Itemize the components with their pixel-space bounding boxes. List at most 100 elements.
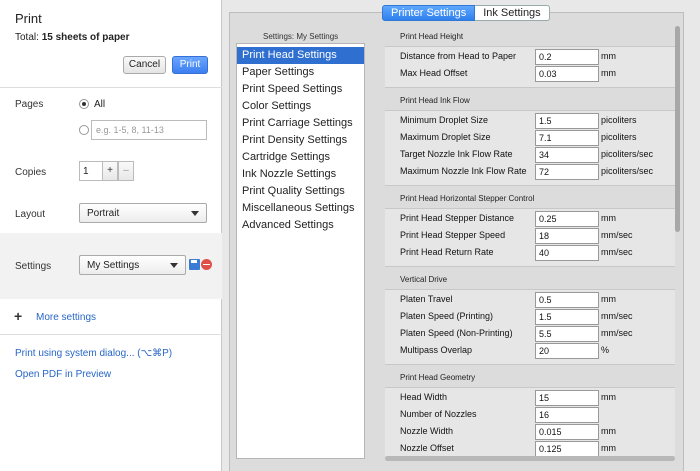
pages-all-label: All (94, 99, 106, 110)
setting-unit: picoliters (601, 132, 637, 142)
category-item[interactable]: Ink Nozzle Settings (237, 166, 364, 183)
horizontal-scrollbar[interactable] (385, 455, 675, 462)
settings-group: Platen Travel 0.5 mm Platen Speed (Printing… (385, 289, 675, 365)
category-item[interactable]: Advanced Settings (237, 217, 364, 234)
system-dialog-link[interactable]: Print using system dialog... (⌥⌘P) (15, 348, 172, 359)
setting-row: Number of Nozzles 16 (385, 407, 675, 424)
group-title: Print Head Height (400, 32, 464, 41)
setting-row: Maximum Nozzle Ink Flow Rate 72 picoliters… (385, 164, 675, 181)
setting-value-input[interactable]: 0.25 (535, 211, 599, 227)
settings-select[interactable]: My Settings (79, 255, 186, 275)
copies-label: Copies (15, 167, 47, 178)
group-title: Vertical Drive (400, 275, 448, 284)
category-item[interactable]: Print Head Settings (237, 47, 364, 64)
setting-value-input[interactable]: 0.5 (535, 292, 599, 308)
setting-row: Max Head Offset 0.03 mm (385, 66, 675, 83)
scrollbar-thumb[interactable] (675, 26, 680, 232)
pages-range-radio[interactable] (79, 125, 89, 135)
copies-increment-button[interactable]: + (102, 161, 118, 181)
setting-unit: mm/sec (601, 247, 633, 257)
setting-label: Maximum Nozzle Ink Flow Rate (400, 166, 527, 176)
total-value: 15 sheets of paper (41, 32, 130, 43)
setting-unit: mm/sec (601, 230, 633, 240)
setting-value-input[interactable]: 40 (535, 245, 599, 261)
setting-row: Nozzle Offset 0.125 mm (385, 441, 675, 456)
category-item[interactable]: Paper Settings (237, 64, 364, 81)
print-panel: Print Total: 15 sheets of paper Cancel P… (0, 0, 222, 471)
settings-group: Head Width 15 mm Number of Nozzles 16 Nozzle … (385, 387, 675, 456)
group-title: Print Head Horizontal Stepper Control (400, 194, 535, 203)
chevron-down-icon (170, 263, 178, 268)
setting-value-input[interactable]: 0.03 (535, 66, 599, 82)
setting-label: Print Head Stepper Distance (400, 213, 515, 223)
category-item[interactable]: Cartridge Settings (237, 149, 364, 166)
print-button[interactable]: Print (172, 56, 208, 74)
setting-row: Target Nozzle Ink Flow Rate 34 picoliters/… (385, 147, 675, 164)
setting-unit: mm (601, 294, 616, 304)
open-pdf-link[interactable]: Open PDF in Preview (15, 369, 111, 380)
setting-row: Multipass Overlap 20% (385, 343, 675, 360)
setting-row: Print Head Return Rate 40 mm/sec (385, 245, 675, 262)
category-item[interactable]: Miscellaneous Settings (237, 200, 364, 217)
setting-unit: mm/sec (601, 311, 633, 321)
cancel-button[interactable]: Cancel (123, 56, 166, 74)
pages-range-input[interactable]: e.g. 1-5, 8, 11-13 (91, 120, 207, 140)
setting-value-input[interactable]: 15 (535, 390, 599, 406)
copies-input[interactable]: 1 (79, 161, 103, 181)
setting-value-input[interactable]: 0.2 (535, 49, 599, 65)
setting-label: Platen Speed (Non-Printing) (400, 328, 513, 338)
setting-label: Nozzle Offset (400, 443, 454, 453)
setting-label: Nozzle Width (400, 426, 454, 436)
vertical-scrollbar[interactable] (674, 24, 681, 456)
setting-value-input[interactable]: 1.5 (535, 113, 599, 129)
setting-value-input[interactable]: 18 (535, 228, 599, 244)
setting-value-input[interactable]: 7.1 (535, 130, 599, 146)
settings-form: Print Head Height Distance from Head to P… (385, 24, 675, 456)
setting-row: Platen Travel 0.5 mm (385, 292, 675, 309)
setting-label: Platen Speed (Printing) (400, 311, 494, 321)
plus-icon[interactable]: + (14, 309, 22, 323)
category-item[interactable]: Color Settings (237, 98, 364, 115)
group-title: Print Head Geometry (400, 373, 476, 382)
setting-label: Head Width (400, 392, 448, 402)
setting-label: Minimum Droplet Size (400, 115, 489, 125)
setting-label: Print Head Return Rate (400, 247, 494, 257)
settings-select-value: My Settings (87, 260, 140, 271)
setting-unit: picoliters (601, 115, 637, 125)
tab-bar: Printer Settings Ink Settings (382, 5, 550, 21)
setting-value-input[interactable]: 20 (535, 343, 599, 359)
setting-value-input[interactable]: 0.125 (535, 441, 599, 456)
chevron-down-icon (191, 211, 199, 216)
setting-unit: picoliters/sec (601, 166, 654, 176)
scrollbar-thumb[interactable] (385, 456, 675, 461)
setting-label: Number of Nozzles (400, 409, 477, 419)
pages-all-radio[interactable] (79, 99, 89, 109)
category-item[interactable]: Print Quality Settings (237, 183, 364, 200)
setting-value-input[interactable]: 1.5 (535, 309, 599, 325)
tab-printer-settings[interactable]: Printer Settings (382, 5, 476, 21)
setting-value-input[interactable]: 16 (535, 407, 599, 423)
delete-settings-icon[interactable] (201, 259, 212, 270)
category-item[interactable]: Print Speed Settings (237, 81, 364, 98)
setting-unit: mm (601, 426, 616, 436)
setting-unit: mm (601, 213, 616, 223)
setting-unit: mm (601, 392, 616, 402)
setting-label: Target Nozzle Ink Flow Rate (400, 149, 513, 159)
copies-decrement-button[interactable]: – (118, 161, 134, 181)
layout-select[interactable]: Portrait (79, 203, 207, 223)
save-settings-icon[interactable] (189, 259, 200, 270)
setting-value-input[interactable]: 72 (535, 164, 599, 180)
category-item[interactable]: Print Density Settings (237, 132, 364, 149)
layout-select-value: Portrait (87, 208, 120, 219)
setting-value-input[interactable]: 0.015 (535, 424, 599, 440)
setting-value-input[interactable]: 34 (535, 147, 599, 163)
category-item[interactable]: Print Carriage Settings (237, 115, 364, 132)
setting-value-input[interactable]: 5.5 (535, 326, 599, 342)
print-title: Print (15, 11, 42, 26)
setting-label: Print Head Stepper Speed (400, 230, 506, 240)
more-settings-link[interactable]: More settings (36, 312, 96, 323)
setting-row: Print Head Stepper Distance 0.25 mm (385, 211, 675, 228)
setting-row: Maximum Droplet Size 7.1 picoliters (385, 130, 675, 147)
setting-row: Platen Speed (Printing) 1.5 mm/sec (385, 309, 675, 326)
tab-ink-settings[interactable]: Ink Settings (475, 5, 550, 21)
